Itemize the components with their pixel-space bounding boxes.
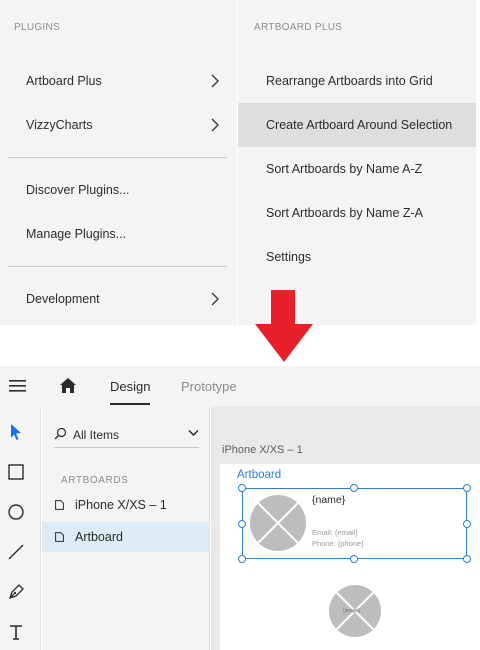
menu-item-label: Create Artboard Around Selection bbox=[266, 118, 453, 132]
menu-item-settings[interactable]: Settings bbox=[238, 235, 476, 279]
menu-item-sort-z-a[interactable]: Sort Artboards by Name Z-A bbox=[238, 191, 476, 235]
active-tab-indicator bbox=[110, 403, 150, 405]
menu-item-label: Artboard Plus bbox=[26, 74, 102, 88]
plugins-menu: PLUGINS Artboard Plus VizzyCharts Discov… bbox=[0, 0, 237, 325]
menu-item-sort-a-z[interactable]: Sort Artboards by Name A-Z bbox=[238, 147, 476, 191]
layer-item-iphone[interactable]: iPhone X/XS – 1 bbox=[42, 490, 209, 520]
arrow-down-icon bbox=[255, 290, 313, 362]
card-phone-text[interactable]: Phone: {phone} bbox=[312, 539, 364, 548]
resize-handle[interactable] bbox=[463, 484, 471, 492]
menu-item-artboard-plus[interactable]: Artboard Plus bbox=[0, 59, 237, 103]
resize-handle[interactable] bbox=[350, 555, 358, 563]
artboard-icon bbox=[55, 532, 64, 542]
layers-panel: All Items ARTBOARDS iPhone X/XS – 1 Artb… bbox=[42, 406, 210, 650]
rectangle-icon[interactable] bbox=[7, 463, 25, 481]
resize-handle[interactable] bbox=[350, 484, 358, 492]
design-canvas[interactable]: iPhone X/XS – 1 Artboard {name} Email: {… bbox=[211, 406, 480, 650]
menu-item-label: Development bbox=[26, 292, 100, 306]
resize-handle[interactable] bbox=[463, 520, 471, 528]
artboard-icon bbox=[55, 500, 64, 510]
chevron-right-icon bbox=[211, 118, 220, 132]
resize-handle[interactable] bbox=[238, 555, 246, 563]
artboard-plus-submenu: ARTBOARD PLUS Rearrange Artboards into G… bbox=[238, 0, 476, 325]
artboard-plus-menu-header: ARTBOARD PLUS bbox=[254, 22, 343, 33]
menu-item-label: Settings bbox=[266, 250, 312, 264]
layer-item-artboard[interactable]: Artboard bbox=[42, 522, 209, 552]
menu-item-development[interactable]: Development bbox=[0, 277, 237, 321]
resize-handle[interactable] bbox=[238, 520, 246, 528]
menu-item-label: VizzyCharts bbox=[26, 118, 93, 132]
layers-filter[interactable]: All Items bbox=[54, 424, 199, 448]
card-name-text[interactable]: {name} bbox=[312, 494, 345, 506]
home-icon[interactable] bbox=[59, 377, 77, 394]
pen-icon[interactable] bbox=[7, 583, 25, 601]
line-icon[interactable] bbox=[7, 543, 25, 561]
card-email-text[interactable]: Email: {email} bbox=[312, 528, 358, 537]
avatar-placeholder-icon[interactable] bbox=[249, 494, 307, 552]
layers-section-label: ARTBOARDS bbox=[61, 475, 129, 486]
top-bar: Design Prototype bbox=[0, 366, 480, 406]
chevron-right-icon bbox=[211, 74, 220, 88]
ellipse-icon[interactable] bbox=[7, 503, 25, 521]
xd-app-window: Design Prototype All Items ARTBOARDS iPh… bbox=[0, 366, 480, 650]
menu-item-rearrange-artboards[interactable]: Rearrange Artboards into Grid bbox=[238, 59, 476, 103]
chevron-right-icon bbox=[211, 292, 220, 306]
tab-prototype[interactable]: Prototype bbox=[181, 379, 237, 394]
menu-item-create-artboard-around-selection[interactable]: Create Artboard Around Selection bbox=[238, 103, 476, 147]
plugins-menu-header: PLUGINS bbox=[14, 22, 61, 33]
text-icon[interactable] bbox=[7, 623, 25, 641]
menu-item-discover-plugins[interactable]: Discover Plugins... bbox=[0, 168, 237, 212]
layer-label: iPhone X/XS – 1 bbox=[75, 498, 167, 512]
chevron-down-icon[interactable] bbox=[188, 429, 199, 437]
menu-item-label: Manage Plugins... bbox=[26, 227, 127, 241]
menu-item-label: Rearrange Artboards into Grid bbox=[266, 74, 433, 88]
artboard-title[interactable]: iPhone X/XS – 1 bbox=[222, 444, 303, 456]
layers-filter-value: All Items bbox=[73, 428, 120, 442]
hamburger-menu-icon[interactable] bbox=[9, 379, 26, 393]
plugins-menus: PLUGINS Artboard Plus VizzyCharts Discov… bbox=[0, 0, 480, 325]
menu-item-manage-plugins[interactable]: Manage Plugins... bbox=[0, 212, 237, 256]
tab-design[interactable]: Design bbox=[110, 379, 150, 394]
image-placeholder-label: {image} bbox=[343, 608, 360, 614]
menu-divider bbox=[8, 266, 227, 267]
layer-label: Artboard bbox=[75, 530, 123, 544]
menu-divider bbox=[8, 157, 227, 158]
menu-item-vizzycharts[interactable]: VizzyCharts bbox=[0, 103, 237, 147]
menu-item-label: Sort Artboards by Name A-Z bbox=[266, 162, 423, 176]
menu-item-label: Discover Plugins... bbox=[26, 183, 130, 197]
resize-handle[interactable] bbox=[463, 555, 471, 563]
artboard-label[interactable]: Artboard bbox=[237, 469, 281, 481]
tools-panel bbox=[0, 406, 41, 650]
select-arrow-icon[interactable] bbox=[7, 423, 25, 441]
search-icon bbox=[54, 427, 67, 440]
resize-handle[interactable] bbox=[238, 484, 246, 492]
menu-item-label: Sort Artboards by Name Z-A bbox=[266, 206, 424, 220]
